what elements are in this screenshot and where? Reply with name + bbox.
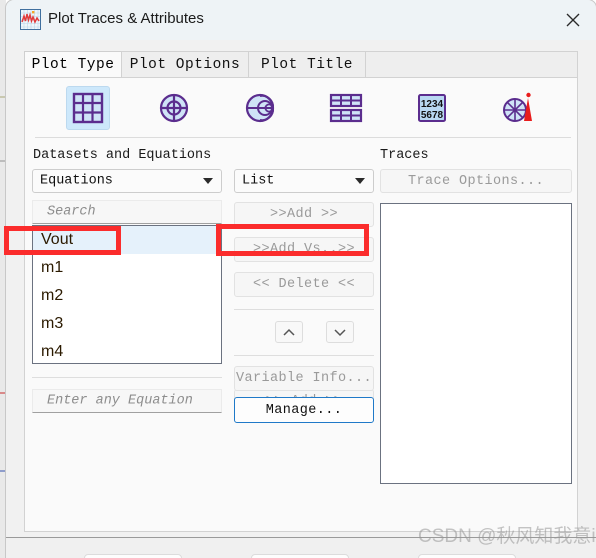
move-up-button[interactable] [275, 321, 303, 343]
watermark: CSDN @秋风知我意i [418, 526, 596, 547]
grid-table-icon[interactable] [66, 86, 110, 130]
add-mode-select[interactable]: List [234, 169, 374, 193]
dialog-client-area: Plot Type Plot Options Plot Title 1234 5… [6, 40, 596, 558]
numeric-matrix-icon[interactable]: 1234 5678 [410, 86, 454, 130]
list-item-label: Vout [41, 231, 74, 248]
stacked-tables-icon[interactable] [324, 86, 368, 130]
title-bar: Plot Traces & Attributes [6, 0, 596, 40]
delete-button[interactable]: << Delete << [234, 272, 374, 297]
search-input[interactable]: Search [32, 200, 222, 224]
equation-placeholder: Enter any Equation [47, 393, 193, 409]
variable-info-label: Variable Info... [235, 371, 373, 386]
dataset-source-select[interactable]: Equations [32, 169, 222, 193]
manage-button[interactable]: Manage... [234, 397, 374, 423]
chevron-up-icon [283, 328, 295, 336]
chevron-down-icon [334, 328, 346, 336]
tab-plot-title-label: Plot Title [260, 57, 353, 73]
list-item-label: m3 [41, 315, 64, 332]
add-button[interactable]: >>Add >> [234, 202, 374, 227]
smith-chart-icon[interactable] [238, 86, 282, 130]
trace-options-label: Trace Options... [407, 173, 545, 189]
tab-plot-title[interactable]: Plot Title [248, 51, 366, 78]
list-item[interactable]: m4 [33, 338, 221, 363]
tab-plot-options-label: Plot Options [129, 57, 241, 73]
list-item[interactable]: m3 [33, 310, 221, 338]
target-circle-icon[interactable] [152, 86, 196, 130]
tab-plot-type-label: Plot Type [31, 57, 115, 73]
close-icon[interactable] [550, 0, 596, 40]
tab-plot-type[interactable]: Plot Type [24, 51, 122, 78]
add-vs-button-label: >>Add Vs..>> [252, 242, 356, 257]
antenna-polar-icon[interactable] [496, 86, 540, 130]
tab-strip: Plot Type Plot Options Plot Title [24, 51, 578, 78]
plot-type-panel: 1234 5678 Datasets and Equations Equatio… [24, 77, 578, 532]
list-item[interactable]: Vout [33, 226, 221, 254]
list-item[interactable]: m2 [33, 282, 221, 310]
datasets-heading: Datasets and Equations [33, 148, 212, 163]
datasets-listbox[interactable]: Vout m1 m2 m3 m4 [32, 225, 222, 364]
waveform-plot-icon [20, 9, 41, 30]
chevron-down-icon [203, 178, 213, 184]
dataset-source-value: Equations [40, 173, 113, 189]
manage-button-label: Manage... [265, 402, 343, 418]
ok-button[interactable]: OK [84, 554, 182, 558]
cancel-button[interactable]: Cancel [251, 554, 349, 558]
window-title: Plot Traces & Attributes [48, 10, 204, 27]
tab-strip-filler [365, 51, 578, 78]
search-placeholder: Search [47, 204, 96, 220]
help-button[interactable]: Help [418, 554, 516, 558]
variable-info-button[interactable]: Variable Info... [234, 366, 374, 391]
delete-button-label: << Delete << [252, 277, 356, 292]
list-item[interactable]: m1 [33, 254, 221, 282]
move-down-button[interactable] [326, 321, 354, 343]
actions-divider-bottom [234, 355, 374, 356]
plot-traces-dialog: Plot Traces & Attributes Plot Type Plot … [6, 0, 596, 558]
traces-listbox[interactable] [380, 203, 572, 484]
add-button-label: >>Add >> [269, 207, 338, 222]
equation-divider [32, 377, 222, 378]
list-item-label: m2 [41, 287, 64, 304]
add-vs-button[interactable]: >>Add Vs..>> [234, 237, 374, 262]
add-mode-value: List [242, 173, 275, 189]
list-item-label: m1 [41, 259, 64, 276]
list-item-label: m4 [41, 343, 64, 360]
traces-heading: Traces [380, 148, 429, 163]
trace-options-button[interactable]: Trace Options... [380, 169, 572, 193]
numeric-icon-line1: 1234 [421, 99, 444, 110]
actions-divider-top [234, 309, 374, 310]
numeric-icon-line2: 5678 [421, 110, 444, 121]
chevron-down-icon [355, 178, 365, 184]
tab-plot-options[interactable]: Plot Options [121, 51, 249, 78]
plot-type-toolbar: 1234 5678 [26, 79, 578, 138]
toolbar-divider [35, 137, 571, 138]
equation-input[interactable]: Enter any Equation [32, 389, 222, 413]
